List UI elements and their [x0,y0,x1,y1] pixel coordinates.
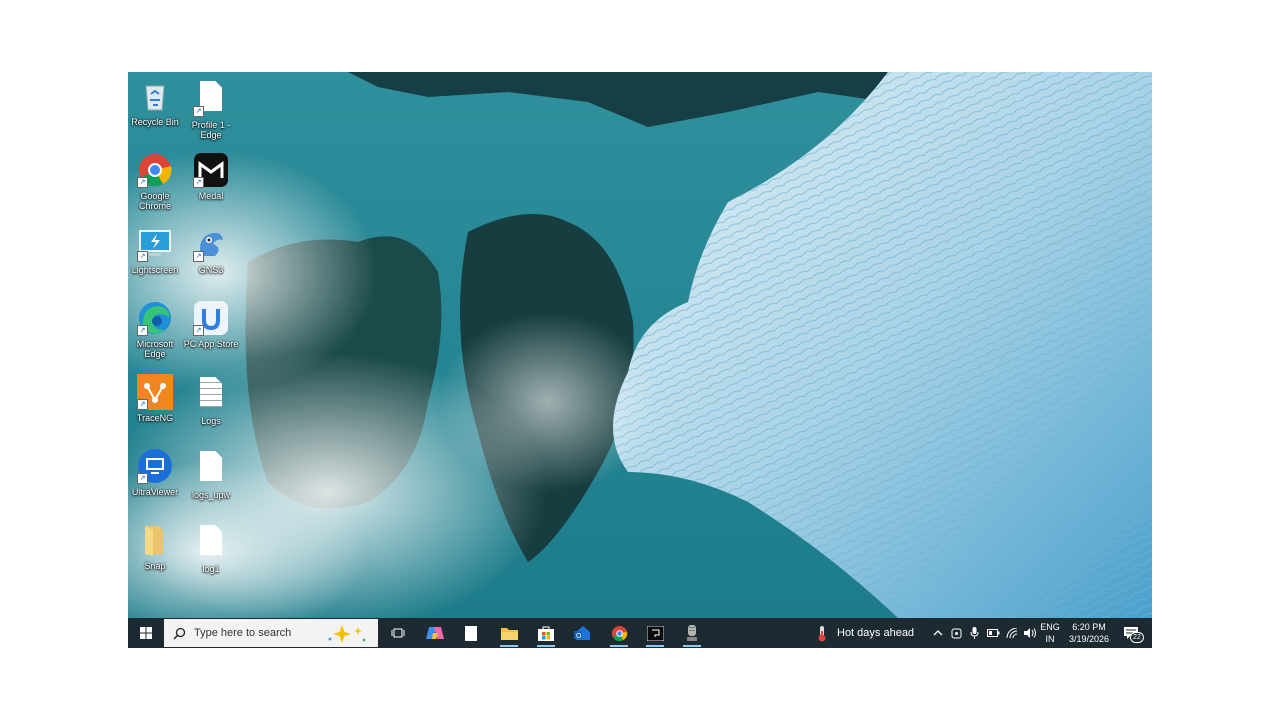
notepad-button[interactable] [458,618,484,648]
desktop-icon-label: Google Chrome [138,191,171,211]
desktop-icon-label: PC App Store [183,339,239,349]
weather-text: Hot days ahead [837,627,915,639]
show-hidden-icons-button[interactable] [929,618,947,648]
battery-icon [986,629,999,637]
outlook-icon: O [574,626,590,640]
text-document-icon [193,377,229,413]
chrome-icon: ↗ [137,152,173,188]
windows-icon [140,627,152,639]
svg-text:O: O [576,633,582,640]
desktop-icon-label: Snap [144,561,166,571]
clock[interactable]: 6:20 PM 3/19/2026 [1062,618,1116,648]
ultraviewer-icon: ↗ [137,448,173,484]
volume-icon [1023,628,1036,638]
notepad-icon [465,625,477,641]
edge-icon: ↗ [137,300,173,336]
copilot-button[interactable] [422,618,448,648]
terminal-icon [646,625,664,641]
wifi-icon [1006,628,1018,638]
desktop-screen: Recycle Bin ↗ Profile 1 - Edge ↗ Google … [128,72,1152,648]
gns3-icon: ↗ [193,226,229,262]
taskbar: O Hot days ahead [128,618,1152,648]
desktop-icon-microsoft-edge[interactable]: ↗ Microsoft Edge [128,300,185,359]
desktop-icon-snap[interactable]: Snap [128,522,185,571]
document-icon [193,451,229,487]
microphone-app-icon [687,624,697,641]
desktop-icon-recycle-bin[interactable]: Recycle Bin [128,78,185,127]
microsoft-store-icon [538,626,554,641]
medal-icon: ↗ [193,152,229,188]
language-indicator[interactable]: ENG IN [1038,618,1062,648]
microphone-app-button[interactable] [677,618,707,648]
copilot-icon [426,627,444,639]
desktop-icon-label: Recycle Bin [131,117,179,127]
thermometer-icon [818,625,826,641]
notification-center-button[interactable]: 22 [1118,618,1144,648]
chrome-button[interactable] [604,618,634,648]
taskbar-search[interactable] [164,619,378,647]
camera-tray-button[interactable] [948,618,964,648]
desktop-icon-label: logs_upw [191,490,231,500]
desktop-icon-logs[interactable]: Logs [181,374,241,426]
clock-time: 6:20 PM [1072,622,1106,632]
desktop-icon-traceng[interactable]: ↗ TraceNG [128,374,185,423]
desktop-icon-label: Profile 1 - Edge [191,120,231,140]
desktop-icon-profile-edge[interactable]: ↗ Profile 1 - Edge [181,78,241,140]
file-explorer-button[interactable] [494,618,524,648]
desktop-icon-label: Lightscreen [131,265,179,275]
search-input[interactable] [192,626,326,640]
desktop-icon-label: Logs [201,416,221,426]
language-code: ENG [1040,622,1060,632]
wifi-button[interactable] [1003,618,1021,648]
language-region: IN [1045,634,1055,644]
wallpaper-image [128,72,1152,618]
recycle-bin-icon [137,78,173,114]
sparkle-icon [328,625,366,643]
outlook-button[interactable]: O [568,618,598,648]
microsoft-store-button[interactable] [531,618,561,648]
desktop-icon-log1[interactable]: log1 [181,522,241,574]
desktop-icon-label: TraceNG [136,413,174,423]
file-explorer-icon [500,628,518,640]
desktop-icon-gns3[interactable]: ↗ GNS3 [181,226,241,275]
microphone-icon [970,627,978,639]
microphone-tray-button[interactable] [966,618,982,648]
desktop-icon-ultraviewer[interactable]: ↗ UltraViewer [128,448,185,497]
weather-widget[interactable]: Hot days ahead [816,618,920,648]
lightscreen-icon: ↗ [137,226,173,262]
desktop-icon-label: Medal [198,191,224,201]
terminal-button[interactable] [640,618,670,648]
desktop-icon-logs-upw[interactable]: logs_upw [181,448,241,500]
chevron-up-icon [933,630,943,636]
task-view-button[interactable] [386,618,410,648]
folder-icon [137,522,173,558]
camera-icon [951,628,961,638]
desktop-icon-pc-app-store[interactable]: ↗ PC App Store [181,300,241,349]
volume-button[interactable] [1021,618,1039,648]
desktop-icon-label: UltraViewer [131,487,179,497]
chrome-icon [611,625,627,641]
desktop-icon-label: GNS3 [198,265,224,275]
desktop-icon-label: log1 [202,564,220,574]
start-button[interactable] [132,618,160,648]
notification-count-badge: 22 [1130,632,1144,643]
traceng-icon: ↗ [137,374,173,410]
battery-button[interactable] [984,618,1002,648]
document-icon [193,525,229,561]
clock-date: 3/19/2026 [1068,634,1110,644]
desktop-icon-google-chrome[interactable]: ↗ Google Chrome [128,152,185,211]
search-icon [173,627,186,640]
desktop-icon-medal[interactable]: ↗ Medal [181,152,241,201]
task-view-icon [391,628,405,638]
app-store-icon: ↗ [193,300,229,336]
document-icon: ↗ [193,81,229,117]
desktop-icon-lightscreen[interactable]: ↗ Lightscreen [128,226,185,275]
desktop-icon-label: Microsoft Edge [136,339,174,359]
